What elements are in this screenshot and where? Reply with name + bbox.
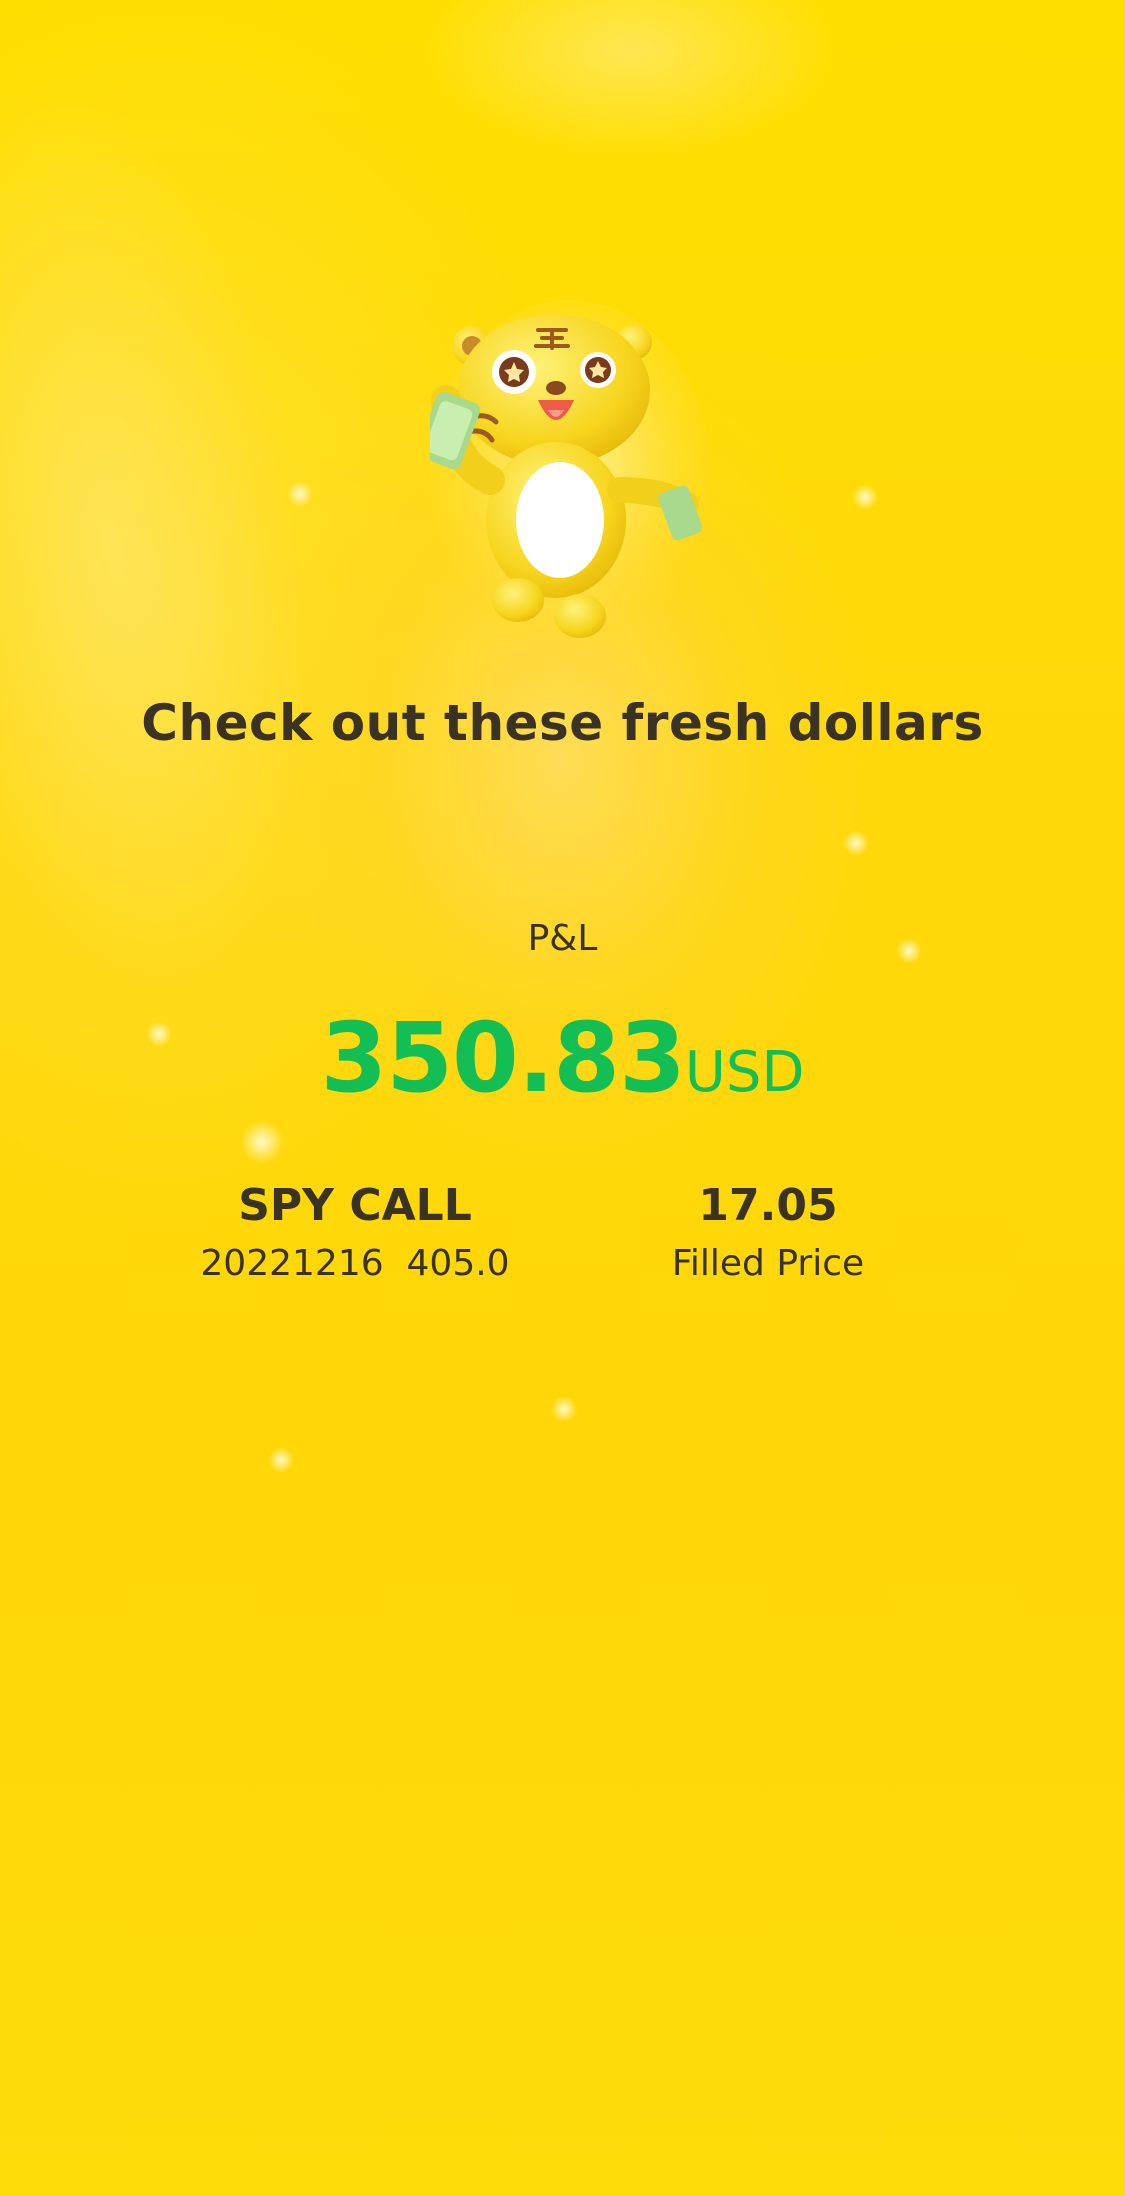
sparkle-decoration [852, 484, 878, 510]
pnl-currency-unit: USD [684, 1040, 805, 1105]
position-symbol: SPY CALL [238, 1180, 472, 1231]
tiger-mascot-icon [417, 300, 710, 650]
sparkle-decoration [240, 1120, 284, 1164]
position-contract: 20221216 405.0 [200, 1243, 510, 1284]
fill-info: 17.05 Filled Price [588, 1176, 948, 1292]
sparkle-decoration [551, 1396, 577, 1422]
headline-text: Check out these fresh dollars [141, 694, 984, 752]
sparkle-decoration [268, 1447, 294, 1473]
position-info: SPY CALL 20221216 405.0 [175, 1176, 535, 1292]
filled-price-label: Filled Price [671, 1243, 865, 1284]
pnl-amount: 350.83USD [0, 1002, 1125, 1114]
pnl-value: 350.83 [320, 1002, 685, 1114]
filled-price-value: 17.05 [698, 1180, 838, 1231]
sparkle-decoration [843, 830, 869, 856]
sparkle-decoration [287, 481, 313, 507]
pnl-label: P&L [527, 918, 598, 959]
